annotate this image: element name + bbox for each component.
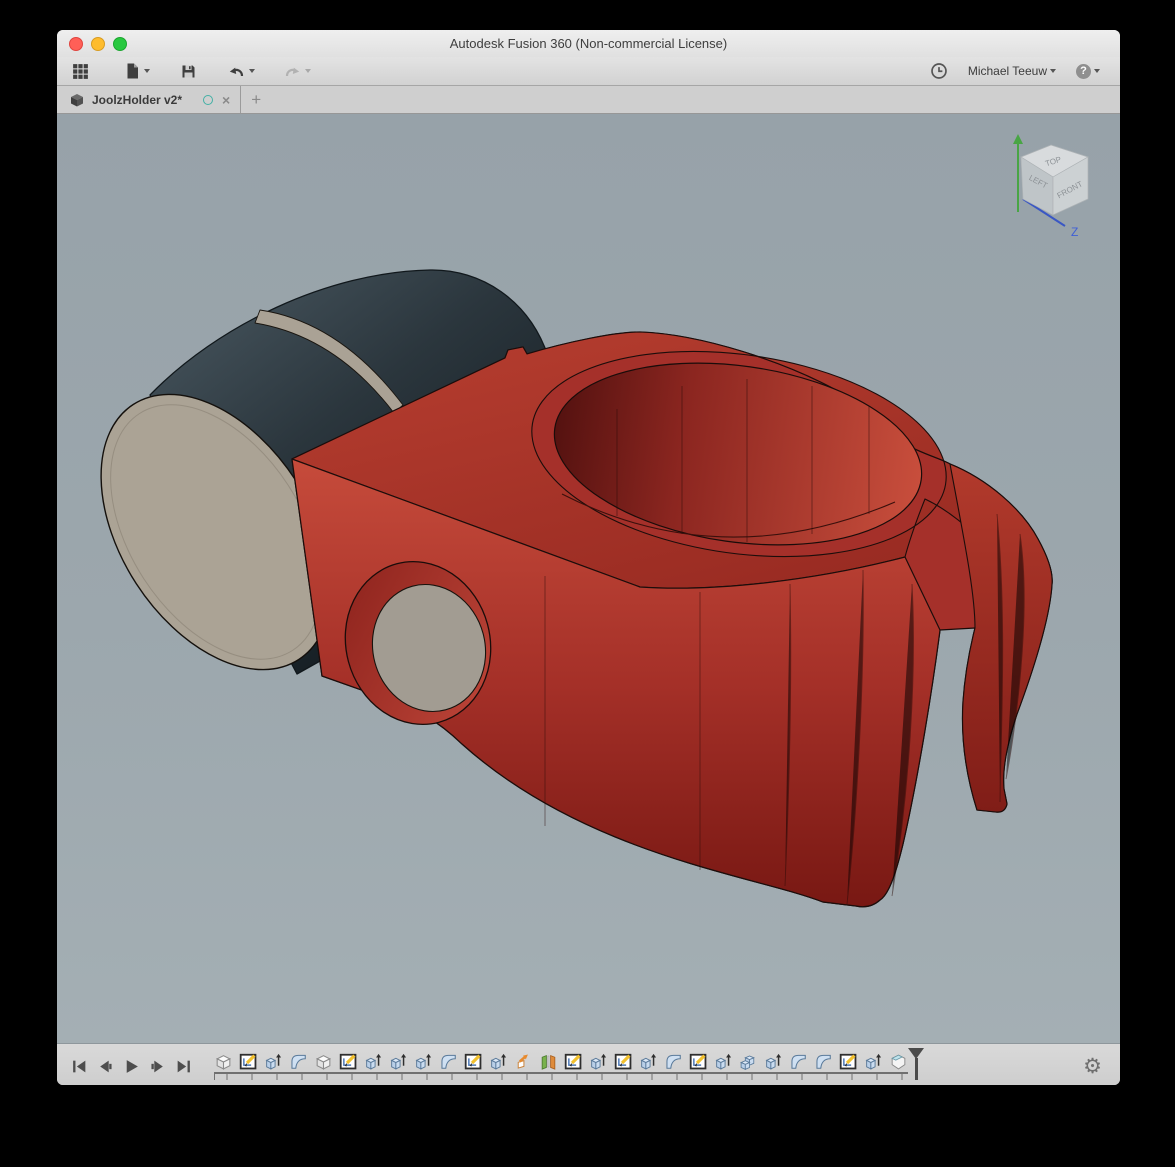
extrude-feature-icon[interactable]: [764, 1052, 783, 1071]
save-icon: [180, 63, 197, 80]
extrude-feature-icon[interactable]: [389, 1052, 408, 1071]
step-back-button[interactable]: [97, 1058, 114, 1075]
box-feature-icon[interactable]: [314, 1052, 333, 1071]
extrude-feature-icon[interactable]: [639, 1052, 658, 1071]
window-title: Autodesk Fusion 360 (Non-commercial Lice…: [57, 36, 1120, 51]
user-name-label: Michael Teeuw: [968, 64, 1047, 78]
data-panel-button[interactable]: [71, 62, 90, 81]
timeline-marker-stem: [915, 1058, 918, 1080]
document-tab[interactable]: JoolzHolder v2* ×: [57, 86, 241, 113]
save-button[interactable]: [180, 63, 197, 80]
model-canvas[interactable]: TOP LEFT FRONT Z: [57, 114, 1120, 1043]
timeline-playback-controls: [71, 1058, 192, 1075]
new-tab-button[interactable]: +: [241, 86, 271, 113]
application-toolbar: Michael Teeuw ?: [57, 57, 1120, 86]
undo-icon: [227, 63, 246, 80]
fillet-feature-icon[interactable]: [814, 1052, 833, 1071]
press-pull-feature-icon[interactable]: [514, 1052, 533, 1071]
file-menu-button[interactable]: [124, 62, 150, 80]
extrude-feature-icon[interactable]: [864, 1052, 883, 1071]
redo-history-caret-icon: [305, 69, 311, 73]
sketch-feature-icon[interactable]: [239, 1052, 258, 1071]
z-axis-label: Z: [1071, 225, 1078, 239]
timeline-feature-strip: [214, 1052, 908, 1071]
undo-history-caret-icon: [249, 69, 255, 73]
sketch-feature-icon[interactable]: [839, 1052, 858, 1071]
document-cube-icon: [69, 92, 85, 108]
sketch-feature-icon[interactable]: [614, 1052, 633, 1071]
sync-status-icon: [203, 95, 213, 105]
document-tab-label: JoolzHolder v2*: [92, 93, 182, 107]
sketch-feature-icon[interactable]: [689, 1052, 708, 1071]
timeline-ruler[interactable]: [214, 1072, 908, 1080]
redo-icon: [283, 63, 302, 80]
box-feature-icon[interactable]: [214, 1052, 233, 1071]
user-menu-caret-icon: [1050, 69, 1056, 73]
file-icon: [124, 62, 141, 80]
timeline-strip: [214, 1052, 908, 1080]
extrude-feature-icon[interactable]: [489, 1052, 508, 1071]
timeline-bar: ⚙: [57, 1043, 1120, 1085]
help-menu-caret-icon: [1094, 69, 1100, 73]
titlebar: Autodesk Fusion 360 (Non-commercial Lice…: [57, 30, 1120, 57]
file-menu-caret-icon: [144, 69, 150, 73]
tab-close-icon[interactable]: ×: [222, 93, 230, 107]
extrude-feature-icon[interactable]: [714, 1052, 733, 1071]
combine-feature-icon[interactable]: [739, 1052, 758, 1071]
go-to-end-button[interactable]: [175, 1058, 192, 1075]
grid-icon: [71, 62, 90, 81]
extrude-feature-icon[interactable]: [264, 1052, 283, 1071]
sketch-feature-icon[interactable]: [339, 1052, 358, 1071]
go-to-start-button[interactable]: [71, 1058, 88, 1075]
chamfer-feature-icon[interactable]: [889, 1052, 908, 1071]
fusion-window: Autodesk Fusion 360 (Non-commercial Lice…: [57, 30, 1120, 1085]
redo-button[interactable]: [283, 63, 311, 80]
fillet-feature-icon[interactable]: [439, 1052, 458, 1071]
sketch-feature-icon[interactable]: [564, 1052, 583, 1071]
extrude-feature-icon[interactable]: [414, 1052, 433, 1071]
help-icon: ?: [1076, 64, 1091, 79]
undo-button[interactable]: [227, 63, 255, 80]
timeline-settings-gear-icon[interactable]: ⚙: [1083, 1056, 1102, 1077]
3d-viewport[interactable]: TOP LEFT FRONT Z: [57, 114, 1120, 1043]
fillet-feature-icon[interactable]: [789, 1052, 808, 1071]
play-button[interactable]: [123, 1058, 140, 1075]
help-menu-button[interactable]: ?: [1076, 64, 1100, 79]
document-tab-bar: JoolzHolder v2* × +: [57, 86, 1120, 114]
job-status-clock-icon[interactable]: [930, 62, 948, 80]
step-forward-button[interactable]: [149, 1058, 166, 1075]
fillet-feature-icon[interactable]: [664, 1052, 683, 1071]
fillet-feature-icon[interactable]: [289, 1052, 308, 1071]
timeline-position-marker[interactable]: [908, 1048, 924, 1082]
mirror-feature-icon[interactable]: [539, 1052, 558, 1071]
user-account-menu[interactable]: Michael Teeuw: [968, 64, 1056, 78]
extrude-feature-icon[interactable]: [589, 1052, 608, 1071]
extrude-feature-icon[interactable]: [364, 1052, 383, 1071]
sketch-feature-icon[interactable]: [464, 1052, 483, 1071]
